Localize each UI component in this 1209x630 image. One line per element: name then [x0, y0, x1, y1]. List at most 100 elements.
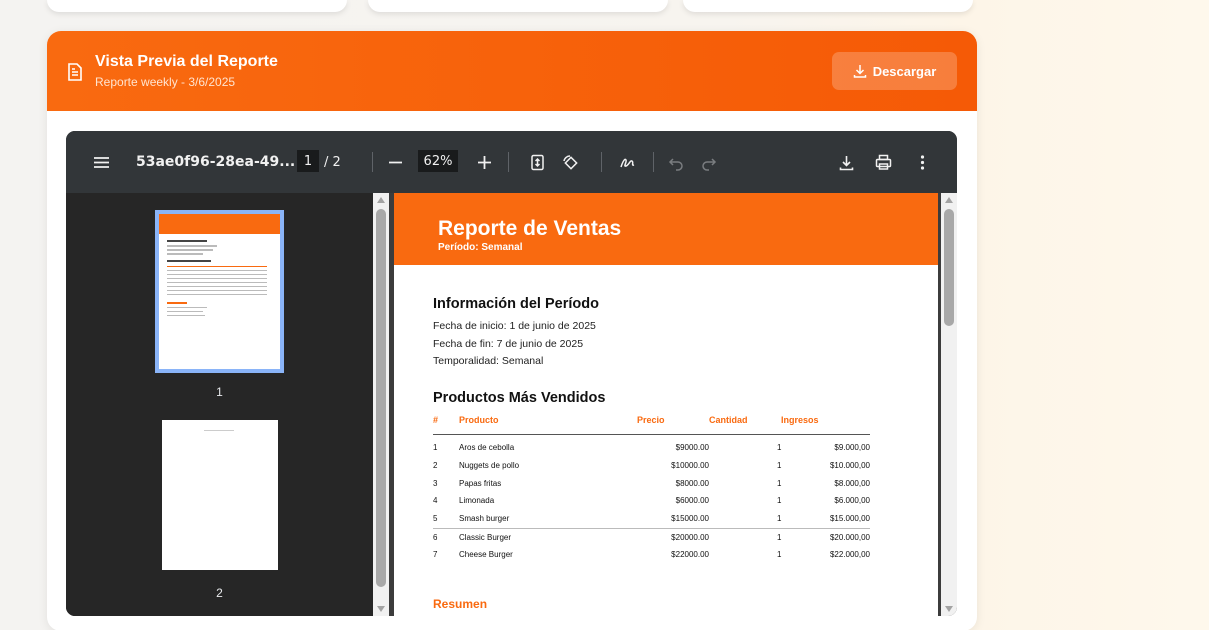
document-scrollbar[interactable] — [941, 193, 957, 616]
product-name: Papas fritas — [459, 478, 502, 488]
table-row: 4 Limonada $6000.00 1 $6.000,00 — [433, 492, 870, 510]
row-number: 4 — [433, 496, 438, 506]
annotate-icon — [620, 158, 635, 167]
toolbar-divider — [601, 152, 602, 172]
rotate-icon — [563, 154, 578, 170]
download-label: Descargar — [872, 63, 937, 79]
product-price: $10000.00 — [671, 460, 709, 470]
more-vert-icon — [920, 154, 925, 170]
minus-icon — [389, 161, 402, 163]
product-quantity: 1 — [777, 496, 782, 506]
report-header: Reporte de Ventas Período: Semanal — [394, 193, 938, 265]
row-number: 7 — [433, 549, 438, 559]
product-name: Classic Burger — [459, 533, 512, 542]
row-number: 6 — [433, 533, 438, 542]
table-row: 2 Nuggets de pollo $10000.00 1 $10.000,00 — [433, 457, 870, 475]
rotate-button[interactable] — [562, 131, 579, 193]
modal-header: Vista Previa del Reporte Reporte weekly … — [47, 31, 977, 111]
product-price: $20000.00 — [671, 533, 709, 542]
scroll-down-arrow[interactable] — [945, 606, 953, 612]
product-revenue: $8.000,00 — [834, 478, 870, 488]
pdf-viewer: 53ae0f96-28ea-49... 1 / 2 62% 1 2 Report… — [66, 131, 957, 616]
products-section-title: Productos Más Vendidos — [433, 390, 606, 406]
table-row: 1 Aros de cebolla $9000.00 1 $9.000,00 — [433, 439, 870, 457]
background-cards — [0, 0, 1000, 14]
undo-icon — [668, 157, 683, 171]
product-revenue: $10.000,00 — [829, 460, 870, 470]
annotate-button[interactable] — [619, 131, 636, 193]
thumbnail-page-1[interactable] — [155, 210, 284, 373]
undo-button[interactable] — [668, 131, 685, 193]
product-revenue: $20.000,00 — [829, 533, 870, 542]
table-row: 3 Papas fritas $8000.00 1 $8.000,00 — [433, 475, 870, 493]
product-price: $15000.00 — [671, 514, 709, 524]
product-name: Nuggets de pollo — [459, 460, 520, 470]
document-icon — [68, 63, 82, 81]
print-button[interactable] — [875, 131, 892, 193]
table-row: 5 Smash burger $15000.00 1 $15.000,00 — [433, 510, 870, 528]
redo-icon — [702, 157, 717, 171]
scrollbar-thumb[interactable] — [944, 209, 954, 326]
product-name: Limonada — [459, 496, 495, 506]
fit-page-button[interactable] — [529, 131, 546, 193]
thumbnail-preview — [159, 214, 280, 369]
table-row: 7 Cheese Burger $22000.00 1 $22.000,00 — [433, 546, 870, 564]
scroll-up-arrow[interactable] — [377, 197, 385, 203]
thumbnail-preview — [204, 430, 234, 431]
product-price: $8000.00 — [675, 478, 709, 488]
redo-button[interactable] — [700, 131, 717, 193]
zoom-input[interactable]: 62% — [418, 150, 458, 172]
download-pdf-button[interactable] — [838, 131, 855, 193]
product-quantity: 1 — [777, 443, 782, 452]
product-revenue: $15.000,00 — [829, 514, 870, 524]
column-header: Cantidad — [709, 415, 748, 425]
product-quantity: 1 — [777, 460, 782, 470]
product-quantity: 1 — [777, 533, 782, 542]
page-total: / 2 — [324, 154, 341, 170]
column-header: Ingresos — [781, 415, 819, 425]
end-date: Fecha de fin: 7 de junio de 2025 — [433, 338, 584, 350]
toolbar-divider — [372, 152, 373, 172]
row-number: 5 — [433, 514, 438, 524]
product-price: $6000.00 — [675, 496, 709, 506]
product-quantity: 1 — [777, 478, 782, 488]
zoom-in-button[interactable] — [476, 131, 493, 193]
column-header: # — [433, 415, 439, 425]
download-icon — [839, 155, 854, 170]
product-name: Smash burger — [459, 514, 510, 524]
thumbnail-label-1: 1 — [216, 385, 223, 399]
pdf-toolbar: 53ae0f96-28ea-49... 1 / 2 62% — [66, 131, 957, 193]
product-price: $22000.00 — [671, 549, 709, 559]
product-revenue: $9.000,00 — [834, 443, 870, 452]
more-options-button[interactable] — [914, 131, 931, 193]
download-button[interactable]: Descargar — [832, 52, 957, 90]
scroll-up-arrow[interactable] — [945, 197, 953, 203]
menu-icon — [94, 156, 109, 168]
thumbnail-page-2[interactable] — [162, 420, 278, 570]
file-name: 53ae0f96-28ea-49... — [136, 154, 296, 170]
thumbnail-scrollbar[interactable] — [373, 193, 389, 616]
scrollbar-thumb[interactable] — [376, 209, 386, 587]
info-section-title: Información del Período — [433, 296, 599, 312]
product-revenue: $6.000,00 — [834, 496, 870, 506]
column-header: Producto — [459, 415, 499, 425]
menu-button[interactable] — [93, 131, 110, 193]
modal-title: Vista Previa del Reporte — [95, 53, 278, 70]
scroll-down-arrow[interactable] — [377, 606, 385, 612]
summary-title: Resumen — [433, 597, 488, 611]
zoom-out-button[interactable] — [387, 131, 404, 193]
product-name: Cheese Burger — [459, 549, 513, 559]
product-quantity: 1 — [777, 514, 782, 524]
report-period: Período: Semanal — [438, 242, 523, 253]
plus-icon — [478, 155, 491, 169]
product-name: Aros de cebolla — [459, 443, 515, 452]
print-icon — [875, 154, 892, 170]
start-date: Fecha de inicio: 1 de junio de 2025 — [433, 320, 596, 332]
thumbnail-label-2: 2 — [216, 586, 223, 600]
thumbnail-sidebar: 1 2 — [66, 193, 373, 616]
modal-subtitle: Reporte weekly - 3/6/2025 — [95, 75, 236, 89]
report-title: Reporte de Ventas — [438, 217, 622, 240]
row-number: 3 — [433, 478, 438, 488]
page-number-input[interactable]: 1 — [297, 150, 319, 172]
row-number: 2 — [433, 460, 438, 470]
